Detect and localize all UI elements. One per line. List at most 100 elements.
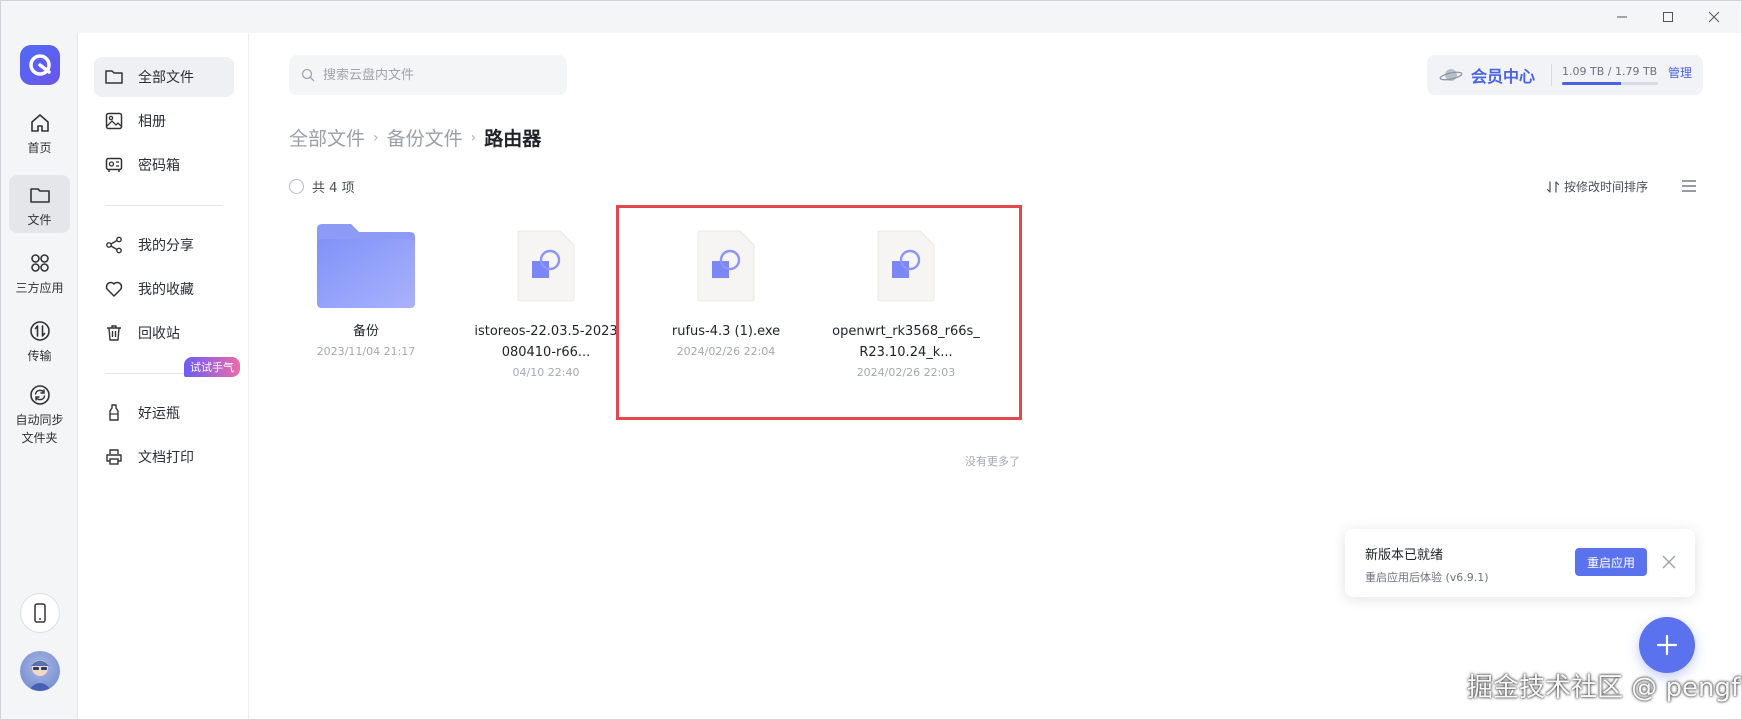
breadcrumb-item[interactable]: 全部文件: [289, 124, 365, 151]
user-avatar[interactable]: [20, 651, 60, 691]
nav-item-label: 相册: [138, 114, 166, 130]
rail-item-label-line2: 文件夹: [21, 431, 58, 445]
breadcrumb: 全部文件 › 备份文件 › 路由器: [289, 124, 541, 151]
nav-item-label: 回收站: [138, 326, 180, 342]
minimize-icon: [1617, 16, 1627, 18]
rail-item-sync[interactable]: 自动同步 文件夹: [9, 383, 70, 453]
phone-icon: [34, 603, 46, 623]
close-icon[interactable]: [1662, 555, 1676, 569]
folder-icon: [317, 224, 415, 308]
rail-item-label-line1: 自动同步: [15, 413, 64, 427]
breadcrumb-separator-icon: ›: [470, 129, 477, 146]
sort-icon: [1546, 180, 1560, 193]
file-time: 04/10 22:40: [512, 366, 580, 379]
nav-item-label: 我的收藏: [138, 282, 194, 298]
nav-item-favorites[interactable]: 我的收藏: [94, 269, 234, 309]
rail-item-home[interactable]: 首页: [9, 111, 70, 161]
transfer-icon: [29, 321, 50, 341]
app-file-icon: [517, 230, 575, 302]
breadcrumb-item[interactable]: 备份文件: [387, 124, 463, 151]
nav-item-label: 密码箱: [138, 158, 180, 174]
nav-item-my-share[interactable]: 我的分享: [94, 225, 234, 265]
item-count: 共 4 项: [312, 181, 355, 196]
share-icon: [106, 236, 122, 254]
nav-item-label: 全部文件: [138, 70, 194, 86]
sort-button[interactable]: 按修改时间排序: [1546, 178, 1648, 195]
nav-item-safe[interactable]: 密码箱: [94, 145, 234, 185]
mobile-button[interactable]: [20, 593, 60, 633]
rail-item-label: 首页: [27, 141, 52, 155]
file-item-folder[interactable]: 备份 2023/11/04 21:17: [291, 221, 441, 358]
list-view-icon[interactable]: [1681, 179, 1697, 193]
quota-bar: [1562, 82, 1659, 85]
member-center[interactable]: 会员中心 1.09 TB / 1.79 TB 管理: [1427, 55, 1703, 95]
nav-divider: [105, 205, 223, 206]
safe-icon: [105, 157, 123, 172]
folder-icon: [105, 70, 123, 84]
sync-icon: [29, 385, 50, 405]
toast-title: 新版本已就绪: [1365, 548, 1444, 563]
photo-icon: [105, 112, 123, 130]
nav-item-label: 好运瓶: [138, 406, 180, 422]
try-luck-badge: 试试手气: [184, 357, 240, 377]
avatar-image: [28, 660, 52, 691]
member-center-label: 会员中心: [1471, 67, 1536, 86]
watermark-text: 掘金技术社区 @ pengf: [1467, 673, 1741, 703]
rail-item-label: 传输: [27, 349, 52, 363]
rail-item-files[interactable]: 文件: [9, 175, 70, 233]
maximize-button[interactable]: [1645, 1, 1691, 33]
folder-thumb: [313, 221, 419, 311]
add-button[interactable]: [1639, 617, 1695, 673]
plus-icon: [1656, 634, 1678, 656]
select-all-row: 共 4 项: [289, 177, 355, 196]
apps-icon: [30, 254, 49, 272]
close-icon: [1708, 11, 1720, 23]
rail-item-apps[interactable]: 三方应用: [9, 251, 70, 301]
member-separator: [1551, 64, 1553, 86]
highlight-annotation-box: [616, 205, 1022, 420]
update-toast: 新版本已就绪 重启应用后体验 (v6.9.1) 重启应用: [1345, 529, 1695, 597]
no-more-label: 没有更多了: [965, 455, 1020, 468]
planet-icon: [1439, 69, 1463, 81]
nav-item-print[interactable]: 文档打印: [94, 437, 234, 477]
rail-item-label: 三方应用: [15, 281, 64, 295]
search-box[interactable]: [289, 55, 567, 95]
logo-icon: [29, 54, 51, 76]
nav-item-lucky-bottle[interactable]: 好运瓶: [94, 393, 234, 433]
restart-app-button[interactable]: 重启应用: [1575, 548, 1647, 576]
quota-text: 1.09 TB / 1.79 TB: [1562, 65, 1658, 78]
file-item[interactable]: istoreos-22.03.5-2023080410-r66... 04/10…: [471, 221, 621, 379]
trash-icon: [107, 325, 121, 341]
app-logo: [20, 45, 60, 85]
file-time: 2023/11/04 21:17: [316, 345, 416, 358]
breadcrumb-separator-icon: ›: [373, 129, 379, 146]
select-all-checkbox[interactable]: [289, 179, 304, 194]
sort-label: 按修改时间排序: [1564, 180, 1649, 194]
file-name: 备份: [352, 324, 379, 339]
nav-item-all-files[interactable]: 全部文件: [94, 57, 234, 97]
nav-item-album[interactable]: 相册: [94, 101, 234, 141]
close-window-button[interactable]: [1691, 1, 1737, 33]
breadcrumb-current: 路由器: [484, 128, 542, 150]
search-input[interactable]: [323, 67, 553, 83]
nav-item-recycle-bin[interactable]: 回收站: [94, 313, 234, 353]
title-bar: [1, 1, 1741, 33]
left-rail: 首页 文件 三方应用 传输 自动同步 文件夹: [1, 33, 78, 719]
manage-link[interactable]: 管理: [1668, 64, 1692, 81]
app-window: 首页 文件 三方应用 传输 自动同步 文件夹 全部文件 相册 密码箱 我的分享 …: [0, 0, 1742, 720]
folder-icon: [29, 188, 50, 203]
rail-item-transfer[interactable]: 传输: [9, 319, 70, 369]
search-icon: [301, 68, 315, 82]
bottle-icon: [109, 404, 119, 421]
file-thumb: [493, 221, 599, 311]
heart-icon: [105, 281, 123, 297]
printer-icon: [106, 449, 122, 465]
maximize-icon: [1663, 12, 1673, 22]
home-icon: [30, 114, 49, 132]
minimize-button[interactable]: [1599, 1, 1645, 33]
quota-bar-fill: [1562, 82, 1621, 85]
storage-quota: 1.09 TB / 1.79 TB: [1562, 65, 1659, 85]
file-name: istoreos-22.03.5-2023080410-r66...: [474, 324, 618, 360]
nav-item-label: 文档打印: [138, 450, 194, 466]
nav-item-label: 我的分享: [138, 238, 194, 254]
